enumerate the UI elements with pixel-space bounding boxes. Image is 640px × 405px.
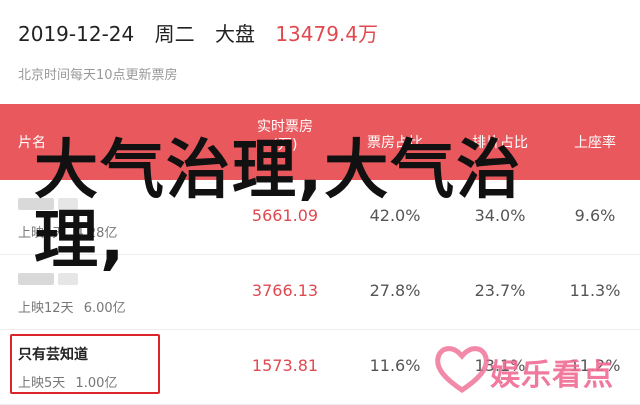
cumulative-box: 6.00亿 bbox=[83, 301, 126, 316]
market-total: 13479.4万 bbox=[275, 22, 379, 46]
watermark: 娱乐看点 bbox=[430, 340, 635, 398]
header: 2019-12-24 周二 大盘 13479.4万 北京时间每天10点更新票房 bbox=[0, 0, 640, 104]
box-share-value: 11.6% bbox=[369, 356, 421, 375]
highlight-box bbox=[10, 334, 160, 394]
date-text: 2019-12-24 bbox=[18, 22, 135, 46]
box-share-value: 27.8% bbox=[369, 281, 421, 300]
market-label: 大盘 bbox=[214, 22, 255, 46]
screening-share-value: 23.7% bbox=[474, 281, 526, 300]
update-note: 北京时间每天10点更新票房 bbox=[18, 68, 178, 83]
seat-rate-value: 11.3% bbox=[569, 281, 621, 300]
film-meta: 上映12天 6.00亿 bbox=[18, 297, 132, 316]
watermark-text: 娱乐看点 bbox=[490, 358, 614, 393]
realtime-box-value: 3766.13 bbox=[251, 281, 319, 300]
weekday-text: 周二 bbox=[154, 22, 195, 46]
release-days: 上映12天 bbox=[18, 301, 74, 316]
realtime-box-value: 1573.81 bbox=[251, 356, 319, 375]
title-line: 2019-12-24 周二 大盘 13479.4万 bbox=[18, 18, 392, 47]
heart-logo-icon bbox=[435, 346, 489, 394]
overlay-caption: 大气治理,大气治理, bbox=[34, 134, 523, 278]
